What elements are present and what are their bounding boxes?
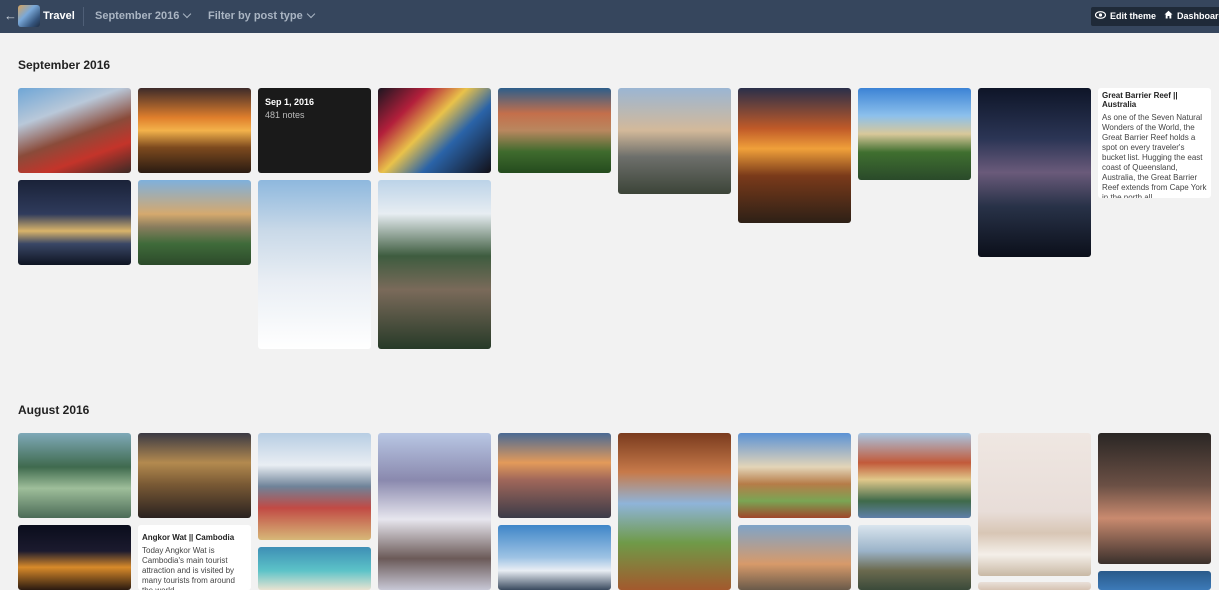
post-photo-palace-garden[interactable] <box>18 433 131 518</box>
post-photo-milky-way[interactable] <box>978 88 1091 257</box>
post-photo-petra[interactable] <box>1098 433 1211 564</box>
chevron-down-icon <box>183 9 192 19</box>
post-notes-count: 481 notes <box>265 110 305 120</box>
post-hover-overlay[interactable]: Sep 1, 2016 481 notes <box>258 88 371 173</box>
post-photo-snow-bridge[interactable] <box>378 433 491 590</box>
blog-avatar[interactable] <box>18 5 40 27</box>
post-type-filter-label: Filter by post type <box>208 10 303 22</box>
post-photo-partial[interactable] <box>978 582 1091 590</box>
post-photo-ferris-wheel-sunset[interactable] <box>138 88 251 173</box>
month-heading-september: September 2016 <box>18 58 111 72</box>
post-body: Today Angkor Wat is Cambodia's main tour… <box>142 546 235 590</box>
chevron-down-icon <box>306 9 315 19</box>
post-photo-lanterns[interactable] <box>18 525 131 590</box>
dashboard-label: Dashboard <box>1177 11 1219 21</box>
post-photo-sydney-opera-house[interactable] <box>18 180 131 265</box>
post-date: Sep 1, 2016 <box>265 97 315 107</box>
post-photo-angkor-wat[interactable] <box>858 525 971 590</box>
home-icon <box>1164 7 1173 26</box>
month-select-label: September 2016 <box>95 10 180 22</box>
back-arrow-icon[interactable]: ← <box>4 8 17 24</box>
post-photo-city-street[interactable] <box>18 88 131 173</box>
post-photo-canyon-waterfall[interactable] <box>378 180 491 349</box>
post-photo-qutub-minar-arch[interactable] <box>618 433 731 590</box>
month-heading-august: August 2016 <box>18 403 90 417</box>
post-photo-hillside-houses[interactable] <box>738 525 851 590</box>
post-photo-tropical-beach[interactable] <box>258 547 371 590</box>
post-photo-edinburgh-monument[interactable] <box>138 180 251 265</box>
post-type-filter[interactable]: Filter by post type <box>208 9 315 22</box>
post-photo-plaza-statues[interactable] <box>738 433 851 518</box>
post-photo-city-skyline[interactable] <box>498 433 611 518</box>
month-select[interactable]: September 2016 <box>95 9 192 22</box>
post-photo-neon-street[interactable] <box>378 88 491 173</box>
post-body: As one of the Seven Natural Wonders of t… <box>1102 113 1207 198</box>
dashboard-button[interactable]: Dashboard <box>1160 7 1219 26</box>
post-photo-eiffel-tower[interactable] <box>618 88 731 194</box>
eye-icon <box>1094 7 1107 26</box>
post-photo-arched-bridge[interactable] <box>138 433 251 518</box>
post-photo-colorful-town[interactable] <box>258 433 371 540</box>
post-photo-canal-houses[interactable] <box>858 433 971 518</box>
post-title: Angkor Wat || Cambodia <box>142 533 235 542</box>
post-photo-sunset-ruins[interactable] <box>738 88 851 223</box>
top-bar: ← Travel September 2016 Filter by post t… <box>0 0 1219 33</box>
post-photo-hilltop-town[interactable] <box>498 88 611 173</box>
post-photo-mount-fuji[interactable] <box>498 525 611 590</box>
post-photo-partial-blue[interactable] <box>1098 571 1211 590</box>
post-text-great-barrier-reef[interactable]: Great Barrier Reef || Australia As one o… <box>1098 88 1211 198</box>
blog-title[interactable]: Travel <box>43 10 75 22</box>
post-photo-snowy-mountains[interactable] <box>258 180 371 349</box>
post-photo-white-village[interactable] <box>978 433 1091 576</box>
post-photo-lake-castle[interactable] <box>858 88 971 180</box>
divider <box>83 7 84 26</box>
edit-theme-button[interactable]: Edit theme <box>1091 7 1168 26</box>
post-title: Great Barrier Reef || Australia <box>1102 91 1178 109</box>
post-text-angkor-wat[interactable]: Angkor Wat || Cambodia Today Angkor Wat … <box>138 525 251 590</box>
edit-theme-label: Edit theme <box>1110 11 1157 21</box>
